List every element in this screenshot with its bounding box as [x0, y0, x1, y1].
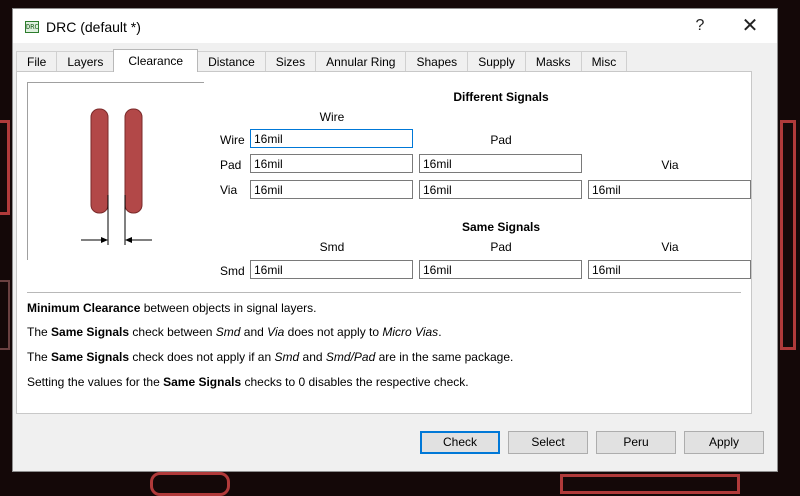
tab-file[interactable]: File — [16, 51, 58, 71]
select-button[interactable]: Select — [508, 431, 588, 454]
clearance-illustration — [27, 82, 204, 260]
tab-shapes[interactable]: Shapes — [405, 51, 469, 71]
peru-button[interactable]: Peru — [596, 431, 676, 454]
help-button[interactable]: ? — [677, 9, 723, 43]
smd-pad-clearance-input[interactable] — [419, 260, 582, 279]
col-head-wire: Wire — [319, 110, 345, 124]
tab-sizes[interactable]: Sizes — [264, 51, 317, 71]
pcb-trace-bottom — [150, 472, 230, 496]
tab-distance[interactable]: Distance — [197, 51, 266, 71]
row-label-pad: Pad — [220, 158, 242, 172]
wire-clearance-diagram — [81, 108, 152, 245]
tab-supply[interactable]: Supply — [467, 51, 526, 71]
row-label-via: Via — [220, 183, 238, 197]
pcb-pad-right — [780, 120, 796, 350]
col-head-same-via: Via — [661, 240, 679, 254]
smd-smd-clearance-input[interactable] — [250, 260, 413, 279]
via-via-clearance-input[interactable] — [588, 180, 751, 199]
tab-clearance[interactable]: Clearance — [113, 49, 199, 72]
tab-layers[interactable]: Layers — [56, 51, 115, 71]
col-head-smd: Smd — [319, 240, 345, 254]
tab-misc[interactable]: Misc — [580, 51, 628, 71]
drc-app-icon: DRC — [25, 21, 39, 33]
row-label-smd: Smd — [220, 264, 245, 278]
tab-bar: File Layers Clearance Distance Sizes Ann… — [16, 49, 628, 72]
check-button[interactable]: Check — [420, 431, 500, 454]
wire-shape-right — [124, 108, 143, 214]
via-wire-clearance-input[interactable] — [250, 180, 413, 199]
title-bar: DRC DRC (default *) ? ✕ — [13, 9, 777, 43]
info-line-3: The Same Signals check does not apply if… — [27, 350, 514, 364]
tab-masks[interactable]: Masks — [524, 51, 582, 71]
col-head-same-pad: Pad — [490, 240, 512, 254]
col-head-via: Via — [661, 158, 679, 172]
arrowhead-right — [125, 237, 132, 243]
pad-pad-clearance-input[interactable] — [419, 154, 582, 173]
smd-via-clearance-input[interactable] — [588, 260, 751, 279]
row-label-wire: Wire — [220, 133, 245, 147]
clearance-panel: Different Signals Wire Pad Via Wire Pad … — [16, 71, 752, 414]
col-head-pad: Pad — [490, 133, 512, 147]
wire-wire-clearance-input[interactable] — [250, 129, 413, 148]
info-line-2: The Same Signals check between Smd and V… — [27, 325, 442, 339]
pcb-pad-left-top — [0, 120, 10, 215]
divider — [27, 292, 741, 293]
pad-wire-clearance-input[interactable] — [250, 154, 413, 173]
arrowhead-left — [101, 237, 108, 243]
pcb-trace-left — [0, 280, 10, 350]
info-line-4: Setting the values for the Same Signals … — [27, 375, 469, 389]
different-signals-title: Different Signals — [453, 90, 549, 104]
wire-shape-left — [90, 108, 109, 214]
window-title: DRC (default *) — [46, 19, 141, 35]
pcb-pad-bottom — [560, 474, 740, 494]
info-line-1: Minimum Clearance between objects in sig… — [27, 301, 317, 315]
apply-button[interactable]: Apply — [684, 431, 764, 454]
tab-annular-ring[interactable]: Annular Ring — [315, 51, 407, 71]
same-signals-title: Same Signals — [461, 220, 541, 234]
via-pad-clearance-input[interactable] — [419, 180, 582, 199]
close-button[interactable]: ✕ — [727, 9, 773, 43]
